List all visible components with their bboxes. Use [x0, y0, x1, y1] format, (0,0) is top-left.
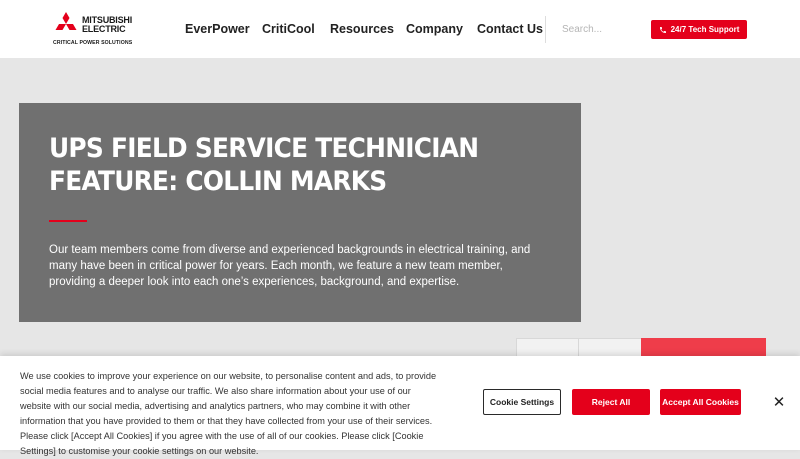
nav-item-contact-us[interactable]: Contact Us [477, 22, 543, 36]
tech-support-label: 24/7 Tech Support [670, 25, 740, 34]
cookie-settings-button[interactable]: Cookie Settings [483, 389, 561, 415]
phone-icon [659, 26, 666, 33]
hero-banner: UPS Field Service Technician Feature: Co… [19, 103, 581, 322]
close-icon[interactable]: ✕ [771, 395, 787, 411]
site-header: MITSUBISHI ELECTRIC CRITICAL POWER SOLUT… [0, 0, 800, 58]
page-title: UPS Field Service Technician Feature: Co… [49, 133, 479, 197]
nav-divider [545, 16, 546, 43]
nav-item-criticool[interactable]: CritiCool [262, 22, 315, 36]
nav-item-everpower[interactable]: EverPower [185, 22, 250, 36]
hero-description: Our team members come from diverse and e… [49, 244, 531, 288]
cta-box [641, 338, 766, 358]
search-input[interactable] [556, 20, 648, 38]
cookie-notice-text: We use cookies to improve your experienc… [20, 371, 437, 456]
title-accent-rule [49, 220, 87, 222]
logo-wordmark-line2: ELECTRIC [82, 24, 126, 34]
nav-item-resources[interactable]: Resources [330, 22, 394, 36]
mitsubishi-logo[interactable]: MITSUBISHI ELECTRIC CRITICAL POWER SOLUT… [53, 12, 143, 50]
tech-support-button[interactable]: 24/7 Tech Support [651, 20, 747, 39]
accept-all-cookies-button[interactable]: Accept All Cookies [660, 389, 741, 415]
three-diamonds-icon [55, 12, 77, 30]
logo-subtitle: CRITICAL POWER SOLUTIONS [53, 40, 133, 46]
nav-item-company[interactable]: Company [406, 22, 463, 36]
cookie-banner: We use cookies to improve your experienc… [0, 356, 800, 456]
reject-all-button[interactable]: Reject All [572, 389, 650, 415]
